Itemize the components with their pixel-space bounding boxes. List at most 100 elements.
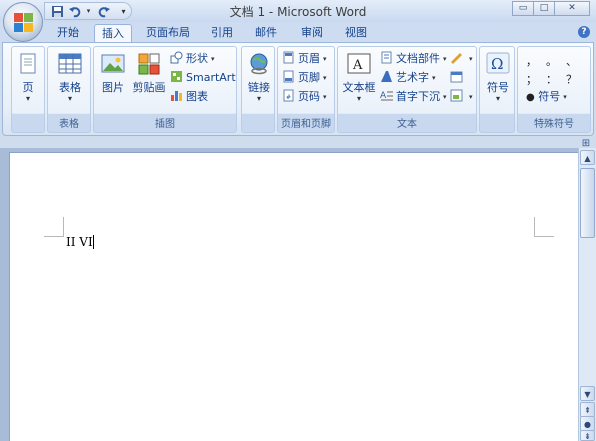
chevron-down-icon: ▾: [443, 93, 447, 101]
previous-page-icon[interactable]: ⇞: [580, 402, 595, 417]
date-time-button[interactable]: [450, 70, 466, 86]
chevron-down-icon: ▾: [67, 94, 72, 103]
margin-corner-top-right: [534, 217, 554, 237]
pages-button[interactable]: 页 ▾: [15, 51, 41, 104]
maximize-button[interactable]: □: [533, 1, 555, 16]
symbol-button[interactable]: Ω 符号 ▾: [483, 51, 513, 104]
close-button[interactable]: ✕: [554, 1, 590, 16]
svg-text:#: #: [286, 94, 291, 101]
document-page[interactable]: II VI: [9, 152, 578, 441]
footer-button[interactable]: 页脚 ▾: [282, 70, 327, 86]
chevron-down-icon: ▾: [323, 55, 327, 63]
signature-line-button[interactable]: ▾: [450, 51, 473, 67]
group-tables: 表格 ▾ 表格: [47, 46, 91, 133]
clipart-button[interactable]: 剪贴画: [132, 51, 166, 94]
office-logo-icon: [14, 13, 34, 33]
shapes-icon: [170, 51, 183, 64]
title-bar: ▾ ▾ 文档 1 - Microsoft Word ▭ □ ✕: [0, 0, 596, 22]
ribbon: 页 ▾ 表格 ▾ 表格 图片 剪贴画 形状 ▾ SmartArt 图表 插图 链…: [2, 42, 594, 136]
group-label: 特殊符号: [534, 119, 574, 130]
signature-icon: [450, 51, 463, 64]
textbox-button[interactable]: A 文本框 ▾: [341, 51, 377, 104]
tab-review[interactable]: 审阅: [294, 24, 330, 43]
ribbon-tabs: 开始 插入 页面布局 引用 邮件 审阅 视图: [0, 22, 596, 44]
group-special-symbols: ， 。 、 ； ： ？ ● 符号 ▾ 特殊符号: [517, 46, 591, 133]
more-symbols-button[interactable]: ● 符号 ▾: [526, 89, 567, 105]
text-caret: [92, 235, 94, 249]
page-icon: [15, 51, 41, 77]
help-icon[interactable]: ?: [578, 26, 590, 38]
dropcap-icon: A: [380, 89, 393, 102]
window-title: 文档 1 - Microsoft Word: [229, 5, 367, 19]
symbol-semicolon[interactable]: ；: [526, 71, 537, 87]
chevron-down-icon: ▾: [469, 55, 473, 63]
chevron-down-icon: ▾: [25, 94, 30, 103]
header-icon: [282, 51, 295, 64]
header-button[interactable]: 页眉 ▾: [282, 51, 327, 67]
group-label: 表格: [59, 119, 79, 130]
bullet-icon: ●: [526, 92, 535, 103]
picture-button[interactable]: 图片: [98, 51, 128, 94]
group-pages: 页 ▾: [11, 46, 45, 133]
tab-insert[interactable]: 插入: [94, 24, 132, 44]
symbol-enum-comma[interactable]: 、: [566, 53, 577, 69]
next-page-icon[interactable]: ⇟: [580, 430, 595, 441]
chevron-down-icon: ▾: [323, 93, 327, 101]
group-links: 链接 ▾: [241, 46, 275, 133]
footer-icon: [282, 70, 295, 83]
chevron-down-icon: ▾: [495, 94, 500, 103]
scroll-down-arrow-icon[interactable]: ▼: [580, 386, 595, 401]
symbol-question[interactable]: ？: [566, 71, 577, 87]
textbox-icon: A: [346, 51, 372, 77]
document-text[interactable]: II VI: [66, 235, 94, 249]
quick-parts-button[interactable]: 文档部件 ▾: [380, 51, 447, 67]
chevron-down-icon: ▾: [432, 74, 436, 82]
group-label: 页眉和页脚: [281, 119, 331, 130]
group-label: 插图: [155, 119, 175, 130]
group-illustrations: 图片 剪贴画 形状 ▾ SmartArt 图表 插图: [93, 46, 237, 133]
wordart-icon: [380, 70, 393, 83]
tab-view[interactable]: 视图: [338, 24, 374, 43]
group-header-footer: 页眉 ▾ 页脚 ▾ # 页码 ▾ 页眉和页脚: [277, 46, 335, 133]
svg-text:A: A: [352, 58, 363, 73]
symbol-colon[interactable]: ：: [546, 71, 557, 87]
wordart-button[interactable]: 艺术字 ▾: [380, 70, 436, 86]
tab-page-layout[interactable]: 页面布局: [138, 24, 198, 43]
table-button[interactable]: 表格 ▾: [54, 51, 86, 104]
object-button[interactable]: ▾: [450, 89, 473, 105]
chevron-down-icon: ▾: [323, 74, 327, 82]
shapes-button[interactable]: 形状 ▾: [170, 51, 215, 67]
chart-button[interactable]: 图表: [170, 89, 208, 105]
svg-text:Ω: Ω: [491, 55, 503, 73]
chart-icon: [170, 89, 183, 102]
smartart-icon: [170, 70, 183, 83]
scroll-up-arrow-icon[interactable]: ▲: [580, 150, 595, 165]
smartart-button[interactable]: SmartArt: [170, 70, 236, 86]
calendar-icon: [450, 70, 463, 83]
minimize-button[interactable]: ▭: [512, 1, 534, 16]
links-button[interactable]: 链接 ▾: [244, 51, 274, 104]
page-number-button[interactable]: # 页码 ▾: [282, 89, 327, 105]
quick-parts-icon: [380, 51, 393, 64]
tab-mailings[interactable]: 邮件: [248, 24, 284, 43]
omega-icon: Ω: [485, 51, 511, 77]
chevron-down-icon: ▾: [356, 94, 361, 103]
office-button[interactable]: [3, 2, 43, 42]
chevron-down-icon: ▾: [211, 55, 215, 63]
tab-home[interactable]: 开始: [48, 24, 88, 43]
group-text: A 文本框 ▾ 文档部件 ▾ 艺术字 ▾ A 首字下沉 ▾ ▾ ▾ 文本: [337, 46, 477, 133]
globe-link-icon: [246, 51, 272, 77]
dropcap-button[interactable]: A 首字下沉 ▾: [380, 89, 447, 105]
table-icon: [57, 51, 83, 77]
vertical-scrollbar[interactable]: ▲ ▼ ⇞ ● ⇟: [578, 148, 596, 441]
chevron-down-icon: ▾: [256, 94, 261, 103]
tab-references[interactable]: 引用: [204, 24, 240, 43]
symbol-comma[interactable]: ，: [526, 53, 537, 69]
browse-object-icon[interactable]: ●: [580, 416, 595, 431]
symbol-period[interactable]: 。: [546, 53, 557, 69]
group-symbols: Ω 符号 ▾: [479, 46, 515, 133]
picture-icon: [100, 51, 126, 77]
document-area: II VI: [0, 148, 578, 441]
object-icon: [450, 89, 463, 102]
scroll-thumb[interactable]: [580, 168, 595, 238]
